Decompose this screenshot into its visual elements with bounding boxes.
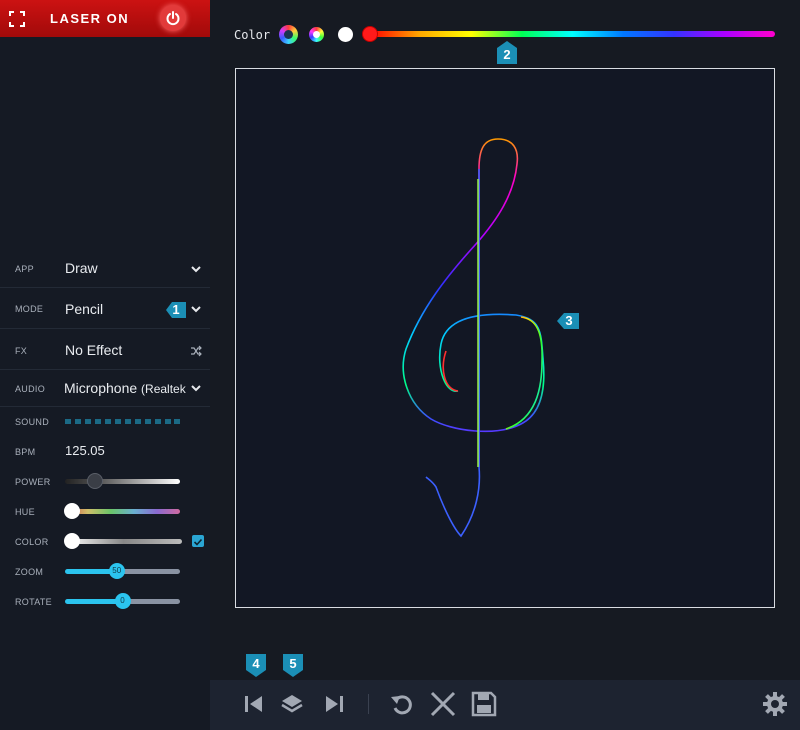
shuffle-icon[interactable] xyxy=(190,345,202,357)
layers-icon[interactable] xyxy=(278,690,306,718)
fx-label: FX xyxy=(15,346,28,356)
sound-level-meter xyxy=(65,419,180,424)
audio-device: Microphone xyxy=(64,380,138,396)
power-slider[interactable] xyxy=(65,473,180,489)
main-area: Color 2 3 4 5 xyxy=(210,0,800,730)
badge-1: 1 xyxy=(165,299,187,321)
skip-first-icon[interactable] xyxy=(240,690,268,718)
zoom-label: ZOOM xyxy=(15,567,44,577)
sound-row: SOUND xyxy=(0,410,210,432)
badge-2: 2 xyxy=(496,41,518,64)
fx-value: No Effect xyxy=(65,342,123,358)
rotate-label: ROTATE xyxy=(15,597,52,607)
badge-2-number: 2 xyxy=(503,47,511,62)
rotate-slider[interactable]: 0 xyxy=(65,593,180,609)
fx-row[interactable]: FX No Effect xyxy=(0,330,210,370)
bpm-label: BPM xyxy=(15,447,36,457)
treble-clef-drawing xyxy=(402,138,545,538)
color-row: COLOR xyxy=(0,530,210,552)
audio-value: Microphone (Realtek xyxy=(64,380,186,396)
save-icon[interactable] xyxy=(470,690,498,718)
sidebar: LASER ON APP Draw MODE Pencil FX No Effe… xyxy=(0,0,210,730)
clear-icon[interactable] xyxy=(429,690,457,718)
color-wheel-icon[interactable] xyxy=(279,25,298,44)
color-checkbox[interactable] xyxy=(192,535,204,547)
app-value: Draw xyxy=(65,260,98,276)
laser-status-label: LASER ON xyxy=(50,11,130,26)
power-row: POWER xyxy=(0,470,210,492)
rotate-slider-knob[interactable]: 0 xyxy=(114,593,131,609)
chevron-down-icon[interactable] xyxy=(190,382,202,394)
zoom-slider[interactable]: 50 xyxy=(65,563,180,579)
audio-row[interactable]: AUDIO Microphone (Realtek xyxy=(0,371,210,407)
power-slider-knob[interactable] xyxy=(86,473,103,489)
app-label: APP xyxy=(15,264,34,274)
rotate-row: ROTATE 0 xyxy=(0,590,210,612)
power-label: POWER xyxy=(15,477,51,487)
hue-row: HUE xyxy=(0,500,210,522)
hue-bar-slider[interactable] xyxy=(362,26,775,42)
badge-4-number: 4 xyxy=(252,656,260,671)
audio-label: AUDIO xyxy=(15,384,46,394)
color-slider-knob[interactable] xyxy=(64,533,81,549)
badge-1-number: 1 xyxy=(172,302,180,317)
badge-5-number: 5 xyxy=(289,656,297,671)
sound-label: SOUND xyxy=(15,417,50,427)
zoom-slider-knob[interactable]: 50 xyxy=(108,563,125,579)
drawing-canvas[interactable] xyxy=(235,68,775,608)
badge-3-number: 3 xyxy=(565,313,573,328)
hue-bar-knob[interactable] xyxy=(362,26,378,42)
hue-label: HUE xyxy=(15,507,35,517)
audio-device-suffix: (Realtek xyxy=(141,382,186,396)
expand-icon[interactable] xyxy=(8,10,26,28)
undo-icon[interactable] xyxy=(388,690,416,718)
toolbar-divider xyxy=(368,694,369,714)
badge-4: 4 xyxy=(245,652,267,677)
laser-bar: LASER ON xyxy=(0,0,210,37)
app-row[interactable]: APP Draw xyxy=(0,250,210,288)
color-label: COLOR xyxy=(15,537,49,547)
chevron-down-icon[interactable] xyxy=(190,303,202,315)
chevron-down-icon[interactable] xyxy=(190,263,202,275)
badge-5: 5 xyxy=(282,652,304,677)
power-icon[interactable] xyxy=(160,5,186,31)
color-label: Color xyxy=(234,28,271,42)
skip-last-icon[interactable] xyxy=(320,690,348,718)
rgb-icon[interactable] xyxy=(309,27,324,42)
zoom-row: ZOOM 50 xyxy=(0,560,210,582)
bpm-row: BPM 125.05 xyxy=(0,440,210,462)
mode-label: MODE xyxy=(15,304,44,314)
white-dot-icon[interactable] xyxy=(338,27,353,42)
hue-slider-knob[interactable] xyxy=(63,503,80,519)
color-slider[interactable] xyxy=(64,533,182,549)
mode-value: Pencil xyxy=(65,301,104,317)
gear-icon[interactable] xyxy=(761,690,789,718)
badge-3: 3 xyxy=(556,310,579,332)
hue-slider[interactable] xyxy=(63,503,180,519)
check-icon xyxy=(193,538,203,546)
bpm-value: 125.05 xyxy=(65,443,105,458)
